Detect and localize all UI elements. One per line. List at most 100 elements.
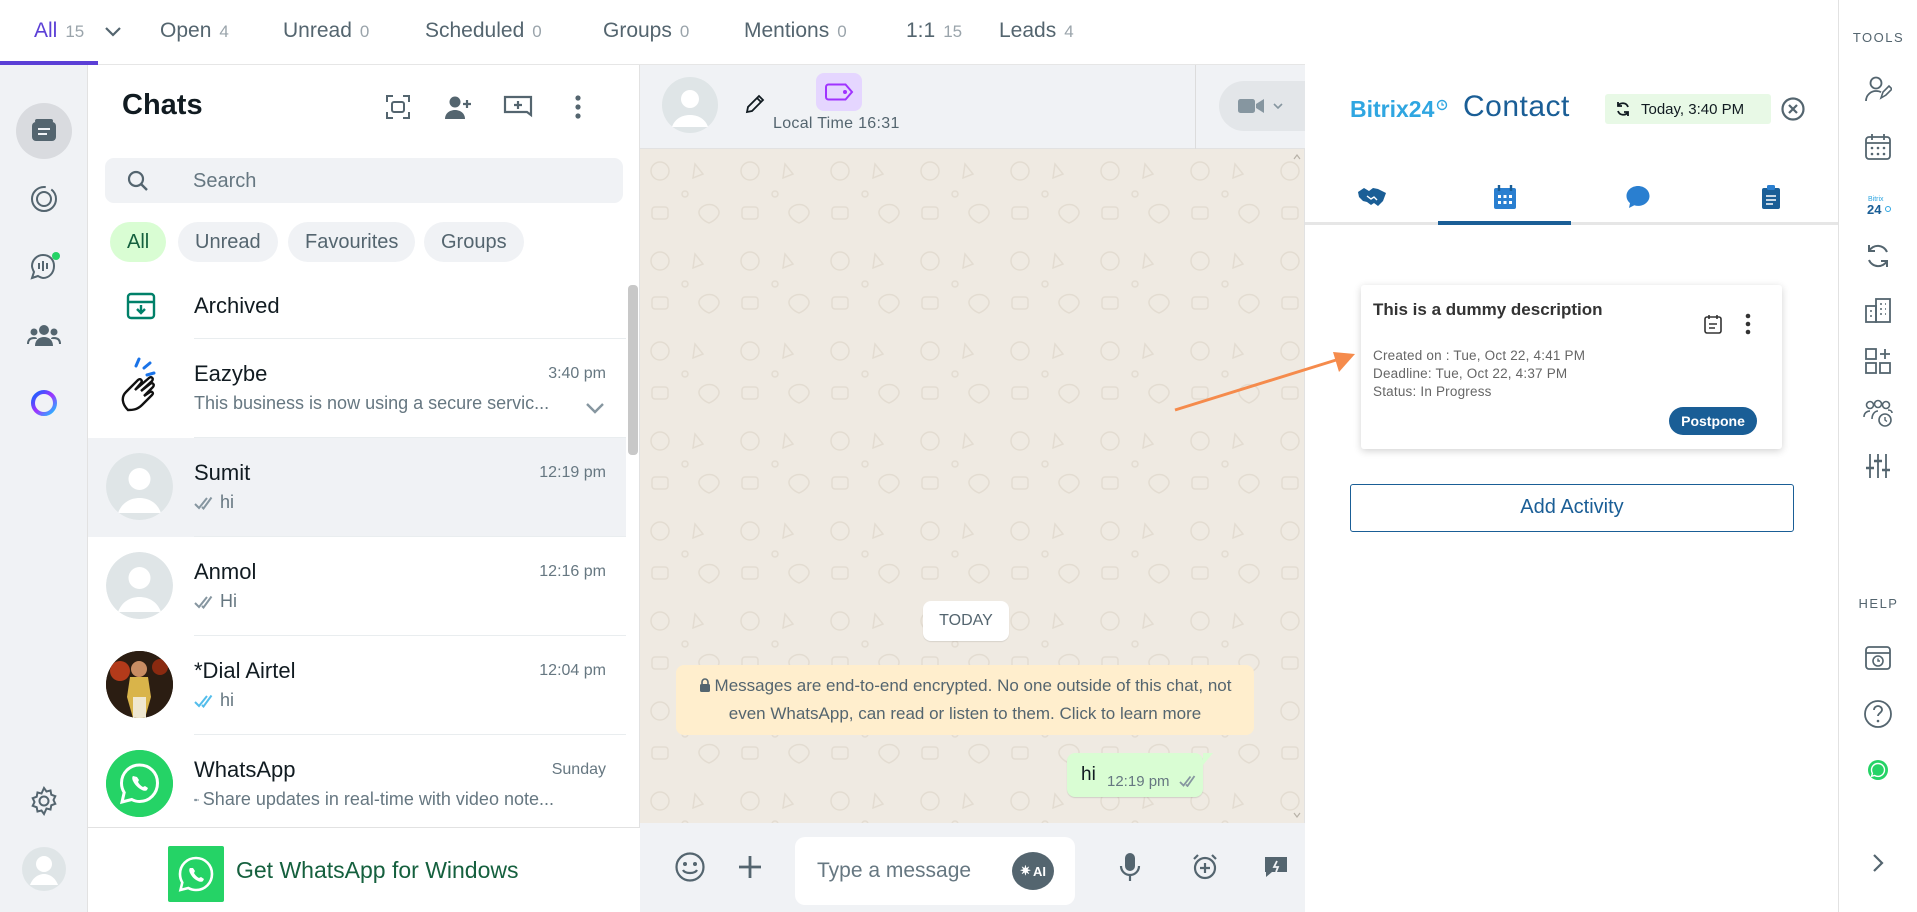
emoji-icon[interactable] (672, 849, 708, 885)
chat-row-dial-airtel[interactable]: *Dial Airtel 12:04 pm hi (88, 636, 626, 735)
dial-airtel-avatar (106, 651, 173, 718)
chevron-down-icon (1273, 103, 1283, 109)
microphone-icon[interactable] (1112, 849, 1148, 885)
search-icon (127, 170, 149, 192)
bitrix-tool-icon[interactable]: Bitrix 24 (1859, 186, 1897, 224)
calendar-tool-icon[interactable] (1859, 128, 1897, 166)
active-tab-indicator (1438, 221, 1571, 225)
chevron-right-icon[interactable] (1859, 844, 1897, 882)
navigation-rail (0, 65, 88, 912)
sync-tool-icon[interactable] (1859, 237, 1897, 275)
chip-favourites[interactable]: Favourites (288, 222, 416, 262)
whatsapp-support-icon[interactable] (1859, 751, 1897, 789)
video-icon (194, 798, 199, 801)
scan-icon[interactable] (378, 87, 418, 127)
clipboard-icon (1761, 185, 1780, 209)
contact-avatar[interactable] (662, 77, 718, 133)
chevron-down-icon[interactable] (96, 14, 130, 50)
chip-all[interactable]: All (110, 222, 167, 262)
quick-reply-icon[interactable] (1258, 849, 1294, 885)
ai-button[interactable]: ✷ AI (1012, 852, 1054, 890)
help-icon[interactable] (1859, 695, 1897, 733)
conversation-panel: Local Time 16:31 TODAY Messages are end-… (640, 65, 1305, 912)
history-tool-icon[interactable] (1859, 638, 1897, 676)
schedule-message-icon[interactable] (1187, 849, 1223, 885)
chat-list-scrollbar[interactable] (628, 285, 638, 455)
chat-row-sumit[interactable]: Sumit 12:19 pm hi (88, 438, 626, 537)
chip-unread[interactable]: Unread (178, 222, 278, 262)
archived-row[interactable]: Archived (88, 275, 626, 339)
chats-icon[interactable] (16, 103, 72, 159)
reports-tool-icon[interactable] (1859, 291, 1897, 329)
chat-row-whatsapp[interactable]: WhatsApp Sunday Share updates in real-ti… (88, 735, 626, 827)
header-divider (1195, 65, 1196, 149)
clock-icon (1436, 99, 1448, 111)
filter-tab-leads[interactable]: Leads 4 (999, 19, 1074, 43)
tab-deals[interactable] (1305, 168, 1438, 226)
refresh-icon (1617, 102, 1629, 116)
filter-tab-scheduled[interactable]: Scheduled 0 (425, 19, 542, 43)
get-whatsapp-banner[interactable]: Get WhatsApp for Windows (88, 827, 640, 912)
chat-list-panel: Chats All Unread Favourites Groups Archi… (88, 65, 640, 912)
filter-tab-one-to-one[interactable]: 1:1 15 (906, 19, 962, 43)
chat-preview: Hi (194, 591, 237, 612)
meta-ai-icon[interactable] (16, 375, 72, 431)
close-icon[interactable] (1780, 96, 1806, 122)
profile-icon[interactable] (16, 841, 72, 897)
sparkle-icon: ✷ (1020, 863, 1031, 878)
search-input[interactable] (193, 168, 593, 194)
handshake-icon (1357, 188, 1386, 206)
video-call-button[interactable] (1219, 81, 1305, 131)
tools-rail: TOOLS Bitrix 24 HELP (1838, 0, 1917, 912)
search-box (105, 158, 623, 203)
more-options-icon[interactable] (1745, 313, 1751, 335)
chat-time: 12:16 pm (539, 563, 606, 580)
chat-row-eazybe[interactable]: Eazybe 3:40 pm This business is now usin… (88, 339, 626, 438)
channels-icon[interactable] (16, 239, 72, 295)
sync-badge[interactable]: Today, 3:40 PM (1605, 94, 1771, 124)
postpone-button[interactable]: Postpone (1669, 407, 1757, 435)
menu-icon[interactable] (558, 87, 598, 127)
filter-tab-all[interactable]: All 15 (34, 19, 84, 43)
filter-tab-mentions[interactable]: Mentions 0 (744, 19, 847, 43)
tag-icon[interactable] (816, 73, 862, 111)
encryption-notice[interactable]: Messages are end-to-end encrypted. No on… (676, 665, 1254, 735)
outgoing-message[interactable]: hi 12:19 pm (1067, 753, 1213, 797)
conversation-header[interactable]: Local Time 16:31 (640, 65, 1305, 149)
edit-icon[interactable] (744, 93, 766, 115)
default-avatar (106, 552, 173, 619)
message-text: hi (1081, 764, 1096, 785)
add-contact-icon[interactable] (438, 87, 478, 127)
edit-activity-icon[interactable] (1703, 313, 1723, 335)
chat-row-anmol[interactable]: Anmol 12:16 pm Hi (88, 537, 626, 636)
activity-card[interactable]: This is a dummy description Created on :… (1361, 285, 1782, 449)
message-input[interactable] (817, 857, 997, 885)
chat-time: 3:40 pm (548, 365, 606, 382)
filter-tab-open[interactable]: Open 4 (160, 19, 229, 43)
archive-icon (126, 291, 156, 321)
chip-groups[interactable]: Groups (424, 222, 524, 262)
chevron-down-icon[interactable] (586, 403, 604, 414)
chat-name: Eazybe (194, 361, 268, 386)
attach-plus-icon[interactable] (732, 849, 768, 885)
contact-tool-icon[interactable] (1859, 70, 1897, 108)
communities-icon[interactable] (16, 307, 72, 363)
filter-tab-groups[interactable]: Groups 0 (603, 19, 689, 43)
tab-activities[interactable] (1438, 168, 1571, 226)
double-check-icon (1179, 775, 1199, 787)
settings-icon[interactable] (16, 773, 72, 829)
conversation-scrollbar[interactable] (1292, 151, 1302, 821)
whatsapp-icon (168, 846, 224, 902)
integrations-tool-icon[interactable] (1859, 342, 1897, 380)
new-chat-icon[interactable] (498, 87, 538, 127)
double-check-icon (194, 496, 213, 510)
filter-tab-unread[interactable]: Unread 0 (283, 19, 369, 43)
get-whatsapp-label: Get WhatsApp for Windows (236, 857, 519, 883)
tab-notes[interactable] (1704, 168, 1837, 226)
message-time: 12:19 pm (1107, 773, 1170, 790)
add-activity-button[interactable]: Add Activity (1350, 484, 1794, 532)
status-icon[interactable] (16, 171, 72, 227)
adjustments-tool-icon[interactable] (1859, 447, 1897, 485)
team-schedule-tool-icon[interactable] (1859, 394, 1897, 432)
tab-comments[interactable] (1571, 168, 1704, 226)
